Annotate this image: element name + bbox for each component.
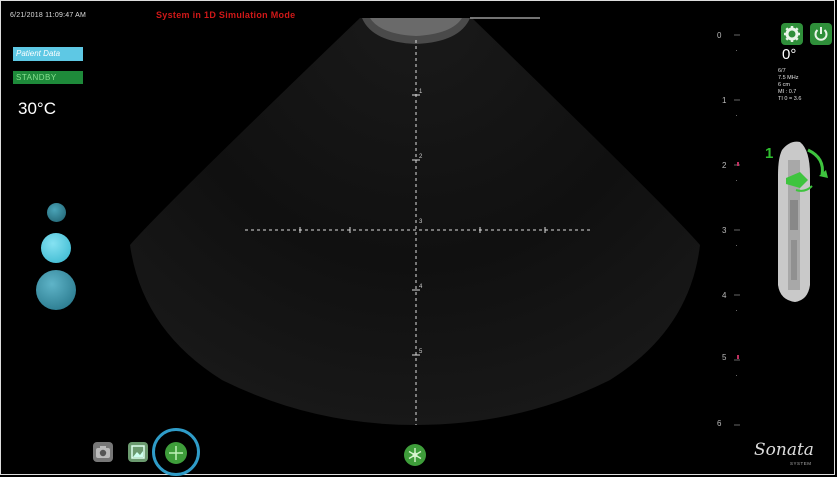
probe-number: 1	[765, 145, 774, 162]
crosshair-icon	[169, 446, 183, 460]
depth-scale-label: 2	[722, 161, 727, 170]
image-depth-label: 1	[419, 89, 423, 95]
param-line: TI 0 = 3.6	[778, 96, 802, 102]
patient-data-button[interactable]: Patient Data	[13, 47, 83, 61]
temperature-readout: 30°C	[18, 99, 56, 118]
screen-border	[0, 0, 835, 475]
depth-scale-label: 6	[717, 419, 722, 428]
depth-scale-label: 4	[722, 291, 727, 300]
image-depth-label: 3	[419, 219, 423, 225]
image-icon	[131, 445, 145, 459]
crosshair-button[interactable]	[165, 442, 187, 464]
ablation-button[interactable]	[404, 444, 426, 466]
standby-status[interactable]: STANDBY	[13, 71, 83, 84]
power-icon	[814, 27, 828, 41]
camera-icon	[96, 446, 110, 458]
depth-scale-label: 0	[717, 31, 722, 40]
camera-button[interactable]	[93, 442, 113, 462]
large-size-button[interactable]	[36, 270, 76, 310]
depth-scale-label: 1	[722, 96, 727, 105]
depth-scale-label: 3	[722, 226, 727, 235]
mode-title: System in 1D Simulation Mode	[156, 10, 296, 20]
snowflake-icon	[408, 448, 422, 462]
image-depth-label: 5	[419, 349, 423, 355]
angle-readout: 0°	[782, 46, 797, 63]
sonata-logo: Sonata	[754, 440, 814, 460]
gear-icon	[784, 26, 800, 42]
param-line: MI : 0.7	[778, 89, 797, 95]
small-size-button[interactable]	[47, 203, 66, 222]
image-button[interactable]	[128, 442, 148, 462]
param-line: 6/7	[778, 68, 786, 74]
medium-size-button[interactable]	[41, 233, 71, 263]
depth-scale-label: 5	[722, 353, 727, 362]
image-depth-label: 2	[419, 154, 423, 160]
param-line: 7.5 MHz	[778, 75, 799, 81]
logo-subtext: SYSTEM	[790, 461, 812, 466]
param-line: 6 cm	[778, 82, 790, 88]
image-depth-label: 4	[419, 284, 423, 290]
settings-button[interactable]	[781, 23, 803, 45]
timestamp: 6/21/2018 11:09:47 AM	[10, 12, 87, 19]
power-button[interactable]	[810, 23, 832, 45]
